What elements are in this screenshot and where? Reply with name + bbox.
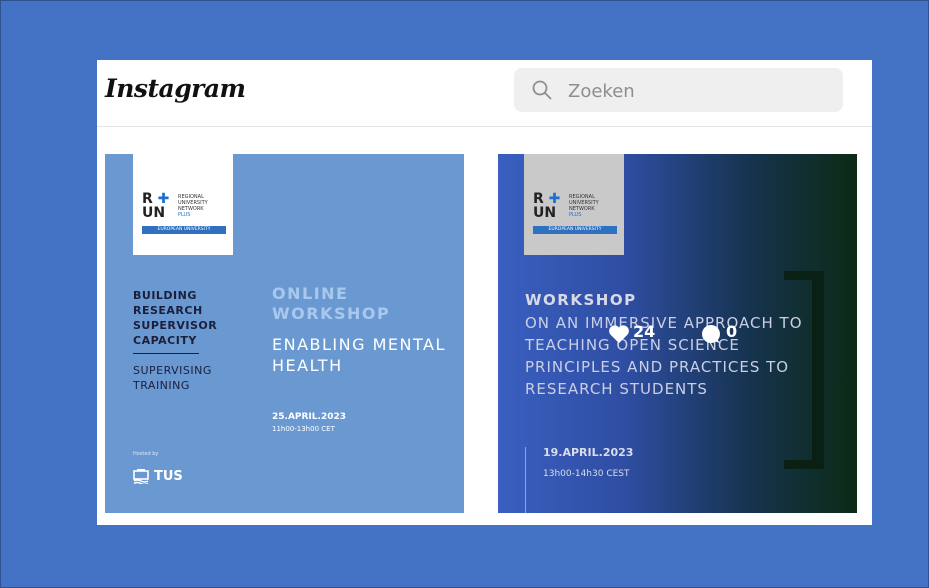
divider — [525, 447, 526, 513]
run-logo-card: R ✚ UN REGIONAL UNIVERSITY NETWORK PLUS … — [133, 154, 233, 255]
post-tile-2[interactable]: R ✚ UN REGIONAL UNIVERSITY NETWORK PLUS … — [498, 154, 857, 513]
logo-name: REGIONAL UNIVERSITY NETWORK — [178, 194, 208, 212]
post1-topic: ENABLING MENTAL HEALTH — [272, 335, 446, 375]
search-box[interactable] — [514, 68, 843, 112]
logo-eu-banner: EUROPEAN UNIVERSITY — [142, 226, 226, 234]
heart-icon — [609, 325, 629, 344]
search-icon — [532, 80, 552, 100]
run-logo-card: R ✚ UN REGIONAL UNIVERSITY NETWORK PLUS … — [524, 154, 624, 255]
comments-count: 0 — [726, 322, 738, 341]
likes-count: 24 — [633, 322, 656, 341]
logo-un: UN — [142, 205, 166, 221]
run-logo: R ✚ UN REGIONAL UNIVERSITY NETWORK PLUS — [142, 192, 226, 222]
logo-un: UN — [533, 205, 557, 221]
tus-building-icon — [133, 469, 149, 484]
search-input[interactable] — [566, 76, 830, 106]
instagram-window: Instagram R ✚ UN REGIONAL UNIVERSITY NET… — [97, 60, 872, 525]
logo-plus: PLUS — [569, 212, 582, 218]
top-bar: Instagram — [97, 60, 872, 127]
instagram-logo[interactable]: Instagram — [105, 74, 246, 103]
post1-hosted-by: Hosted by — [133, 451, 159, 457]
logo-name: REGIONAL UNIVERSITY NETWORK — [569, 194, 599, 212]
post2-date: 19.APRIL.2023 — [543, 446, 634, 459]
comment-icon — [702, 325, 720, 343]
tus-label: TUS — [154, 469, 183, 484]
run-logo: R ✚ UN REGIONAL UNIVERSITY NETWORK PLUS — [533, 192, 617, 222]
divider — [133, 353, 199, 354]
post1-date: 25.APRIL.2023 — [272, 412, 346, 422]
post-tile-1[interactable]: R ✚ UN REGIONAL UNIVERSITY NETWORK PLUS … — [105, 154, 464, 513]
hover-stats-overlay: 24 0 — [608, 322, 768, 346]
tus-logo: TUS — [133, 466, 193, 488]
post1-online-workshop: ONLINE WORKSHOP — [272, 284, 391, 323]
post2-workshop-title: WORKSHOP — [525, 291, 637, 309]
post1-time: 11h00-13h00 CET — [272, 425, 335, 433]
logo-plus: PLUS — [178, 212, 191, 218]
post2-time: 13h00-14h30 CEST — [543, 469, 630, 479]
post1-left-title: BUILDING RESEARCH SUPERVISOR CAPACITY — [133, 289, 218, 347]
post1-left-subtitle: SUPERVISING TRAINING — [133, 364, 212, 392]
logo-eu-banner: EUROPEAN UNIVERSITY — [533, 226, 617, 234]
